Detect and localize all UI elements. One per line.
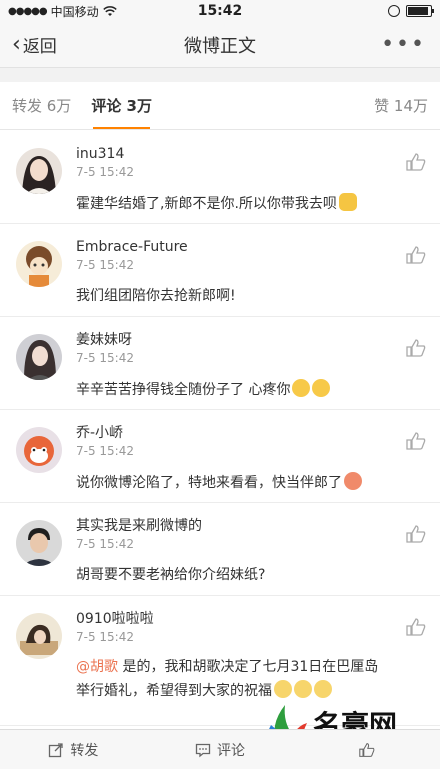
status-left: ●●●●● 中国移动 <box>8 3 117 20</box>
avatar[interactable] <box>16 427 62 473</box>
thumbs-up-icon <box>358 742 375 757</box>
tab-like[interactable]: 赞 14万 <box>374 82 428 129</box>
avatar[interactable] <box>16 520 62 566</box>
comment-label: 评论 <box>217 742 245 759</box>
tab-repost[interactable]: 转发 6万 <box>12 82 71 129</box>
page-title: 微博正文 <box>184 35 256 57</box>
back-label: 返回 <box>22 37 57 57</box>
tab-comment[interactable]: 评论 3万 <box>91 82 152 129</box>
status-bar: ●●●●● 中国移动 15:42 <box>0 0 440 22</box>
avatar[interactable] <box>16 613 62 659</box>
comment-author[interactable]: 乔-小峤 <box>76 423 440 443</box>
comment-body: 说你微博沦陷了，特地来看看，快当伴郎了 <box>76 475 342 491</box>
rotation-lock-icon <box>388 5 400 17</box>
comment-item: 姜妹妹呀 7-5 15:42 辛辛苦苦挣得钱全随份子了 心疼你 <box>0 317 440 410</box>
status-right <box>388 5 434 17</box>
thumbs-up-icon[interactable] <box>406 618 426 636</box>
like-button[interactable] <box>293 742 440 758</box>
bottom-bar: 转发 评论 <box>0 729 440 769</box>
comment-body: 是的，我和胡歌决定了七月31日在巴厘岛举行婚礼，希望得到大家的祝福 <box>76 659 379 699</box>
comment-text: 霍建华结婚了,新郎不是你.所以你带我去呗 <box>76 193 440 214</box>
battery-icon <box>406 5 434 17</box>
thumbs-up-icon[interactable] <box>406 246 426 264</box>
comment-item: inu314 7-5 15:42 霍建华结婚了,新郎不是你.所以你带我去呗 <box>0 131 440 224</box>
comment-author[interactable]: inu314 <box>76 144 440 164</box>
comment-author[interactable]: Embrace-Future <box>76 237 440 257</box>
repost-icon <box>49 742 63 757</box>
avatar[interactable] <box>16 148 62 194</box>
signal-dots-icon: ●●●●● <box>8 5 48 17</box>
avatar[interactable] <box>16 334 62 380</box>
tears-of-joy-emoji-icon <box>292 379 311 397</box>
comment-time: 7-5 15:42 <box>76 258 134 272</box>
chevron-left-icon: ‹ <box>12 31 21 57</box>
wifi-icon <box>102 5 117 16</box>
repost-button[interactable]: 转发 <box>0 740 147 760</box>
comment-time: 7-5 15:42 <box>76 630 134 644</box>
comment-item: Embrace-Future 7-5 15:42 我们组团陪你去抢新郎啊! <box>0 224 440 317</box>
thumbs-up-icon[interactable] <box>406 525 426 543</box>
comment-time: 7-5 15:42 <box>76 444 134 458</box>
comment-text: 我们组团陪你去抢新郎啊! <box>76 288 236 304</box>
smile-emoji-icon <box>294 680 312 698</box>
comment-body: 霍建华结婚了,新郎不是你.所以你带我去呗 <box>76 196 337 212</box>
smile-emoji-icon <box>314 680 332 698</box>
battery-fill <box>408 7 428 15</box>
section-gap <box>0 68 440 82</box>
comment-icon <box>195 743 211 757</box>
cat-emoji-icon <box>338 193 357 211</box>
tab-bar: 转发 6万 评论 3万 赞 14万 <box>0 82 440 130</box>
avatar[interactable] <box>16 241 62 287</box>
comment-item: 0910啦啦啦 7-5 15:42 @胡歌 是的，我和胡歌决定了七月31日在巴厘… <box>0 596 440 726</box>
thumbs-up-icon[interactable] <box>406 432 426 450</box>
comment-list: inu314 7-5 15:42 霍建华结婚了,新郎不是你.所以你带我去呗 Em… <box>0 131 440 729</box>
smile-emoji-icon <box>274 680 292 698</box>
comment-author[interactable]: 其实我是来刷微博的 <box>76 516 440 536</box>
comment-text: 说你微博沦陷了，特地来看看，快当伴郎了 <box>76 472 440 493</box>
comment-author[interactable]: 姜妹妹呀 <box>76 330 440 350</box>
angry-emoji-icon <box>344 472 362 490</box>
comment-button[interactable]: 评论 <box>147 740 294 760</box>
comment-item: 乔-小峤 7-5 15:42 说你微博沦陷了，特地来看看，快当伴郎了 <box>0 410 440 503</box>
comment-time: 7-5 15:42 <box>76 165 134 179</box>
more-button[interactable]: ••• <box>381 32 440 57</box>
thumbs-up-icon[interactable] <box>406 339 426 357</box>
carrier-label: 中国移动 <box>50 4 99 19</box>
tears-of-joy-emoji-icon <box>312 379 331 397</box>
comment-time: 7-5 15:42 <box>76 537 134 551</box>
comment-body: 辛辛苦苦挣得钱全随份子了 心疼你 <box>76 382 291 398</box>
comment-text: 辛辛苦苦挣得钱全随份子了 心疼你 <box>76 379 440 400</box>
comment-author[interactable]: 0910啦啦啦 <box>76 609 440 629</box>
back-button[interactable]: ‹ 返回 <box>0 32 57 57</box>
comment-text: 胡哥要不要老衲给你介绍妹纸? <box>76 567 266 583</box>
thumbs-up-icon[interactable] <box>406 153 426 171</box>
comment-time: 7-5 15:42 <box>76 351 134 365</box>
comment-text: @胡歌 是的，我和胡歌决定了七月31日在巴厘岛举行婚礼，希望得到大家的祝福 <box>76 655 440 703</box>
nav-bar: ‹ 返回 微博正文 ••• <box>0 22 440 68</box>
repost-label: 转发 <box>70 742 99 759</box>
comment-item: 其实我是来刷微博的 7-5 15:42 胡哥要不要老衲给你介绍妹纸? <box>0 503 440 596</box>
mention-link[interactable]: @胡歌 <box>76 659 118 675</box>
